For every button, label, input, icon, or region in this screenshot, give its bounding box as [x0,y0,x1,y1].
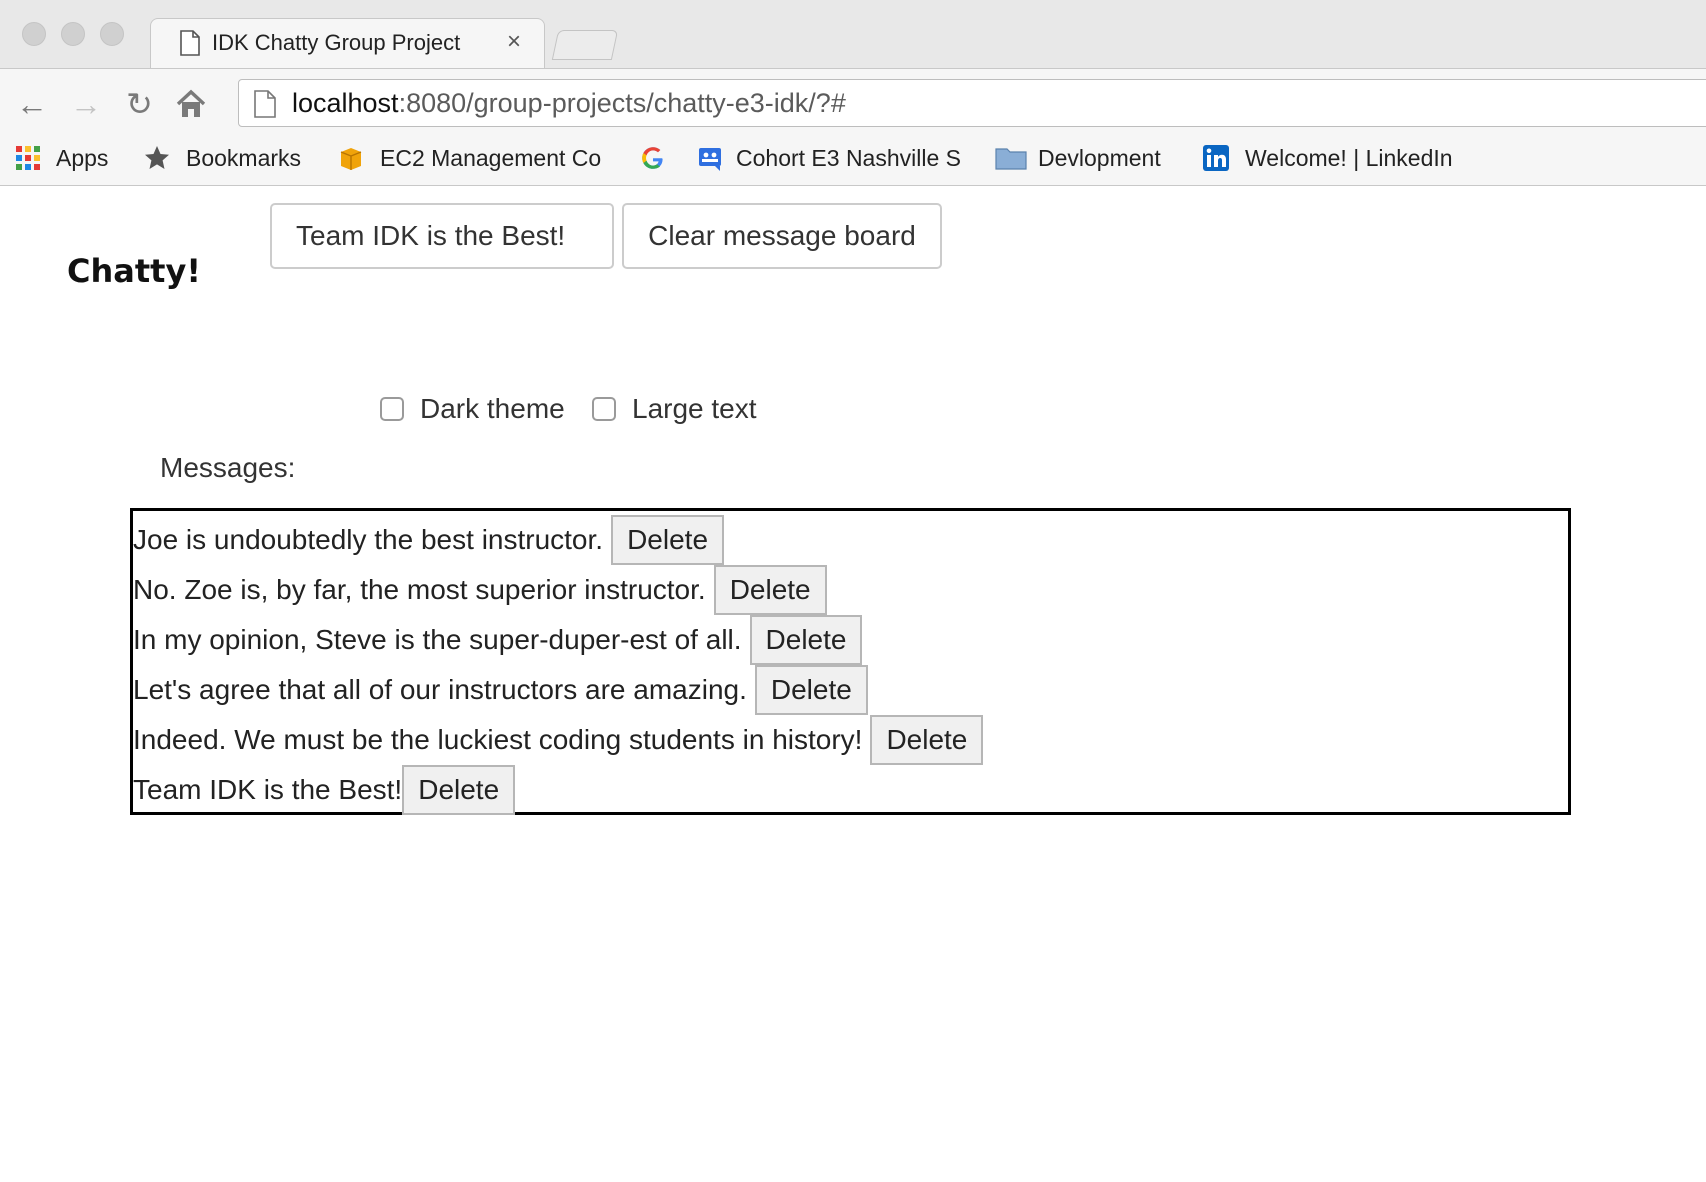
bookmark-cohort-e3[interactable]: Cohort E3 Nashville S [736,143,964,173]
message-text: Team IDK is the Best! [133,774,403,805]
message-row: In my opinion, Steve is the super-duper-… [133,615,1568,665]
message-row: Team IDK is the Best! Delete [133,765,1568,815]
google-icon[interactable] [640,145,666,171]
large-text-checkbox[interactable] [592,397,616,421]
url-text[interactable]: localhost:8080/group-projects/chatty-e3-… [292,88,846,119]
close-window-button[interactable] [22,22,46,46]
bookmark-ec2[interactable]: EC2 Management Co [380,143,606,173]
reload-icon[interactable]: ↻ [126,84,153,124]
message-text: Let's agree that all of our instructors … [133,674,747,705]
clear-board-button[interactable]: Clear message board [622,203,942,269]
dark-theme-label: Dark theme [420,393,565,424]
message-text: Indeed. We must be the luckiest coding s… [133,724,863,755]
large-text-label: Large text [632,393,757,424]
dark-theme-checkbox[interactable] [380,397,404,421]
bookmark-bookmarks[interactable]: Bookmarks [186,143,301,173]
delete-message-button[interactable]: Delete [611,515,725,565]
delete-message-button[interactable]: Delete [749,615,863,665]
zoom-window-button[interactable] [100,22,124,46]
message-row: Indeed. We must be the luckiest coding s… [133,715,1568,765]
message-row: No. Zoe is, by far, the most superior in… [133,565,1568,615]
linkedin-icon [1203,145,1229,171]
delete-message-button[interactable]: Delete [870,715,984,765]
tab-close-icon[interactable]: × [507,28,521,56]
forward-arrow-icon[interactable]: → [70,84,102,124]
apps-grid-icon [16,146,40,170]
message-board: Joe is undoubtedly the best instructor. … [130,508,1571,815]
delete-message-button[interactable]: Delete [713,565,827,615]
new-tab-button[interactable] [551,30,619,60]
bookmark-linkedin[interactable]: Welcome! | LinkedIn [1245,143,1453,173]
page-icon [180,30,200,56]
classroom-icon [699,148,721,171]
bookmark-devlopment[interactable]: Devlopment [1038,143,1161,173]
message-input[interactable]: Team IDK is the Best! [270,203,614,269]
url-path: :8080/group-projects/chatty-e3-idk/?# [398,88,846,118]
bookmark-apps[interactable]: Apps [56,143,108,173]
large-text-toggle[interactable]: Large text [592,392,757,426]
message-row: Let's agree that all of our instructors … [133,665,1568,715]
message-text: Joe is undoubtedly the best instructor. [133,524,604,555]
back-arrow-icon[interactable]: ← [16,84,48,124]
home-icon[interactable] [174,88,208,120]
dark-theme-toggle[interactable]: Dark theme [380,392,565,426]
delete-message-button[interactable]: Delete [754,665,868,715]
aws-box-icon [340,148,362,170]
folder-icon [995,148,1027,170]
delete-message-button[interactable]: Delete [402,765,516,815]
page-info-icon[interactable] [254,90,276,118]
message-text: No. Zoe is, by far, the most superior in… [133,574,706,605]
url-host: localhost [292,88,399,118]
minimize-window-button[interactable] [61,22,85,46]
app-logo: Chatty! [67,252,201,290]
messages-label: Messages: [160,452,296,483]
message-text: In my opinion, Steve is the super-duper-… [133,624,742,655]
star-icon [145,146,169,169]
tab-title: IDK Chatty Group Project [212,30,461,55]
message-row: Joe is undoubtedly the best instructor. … [133,515,1568,565]
